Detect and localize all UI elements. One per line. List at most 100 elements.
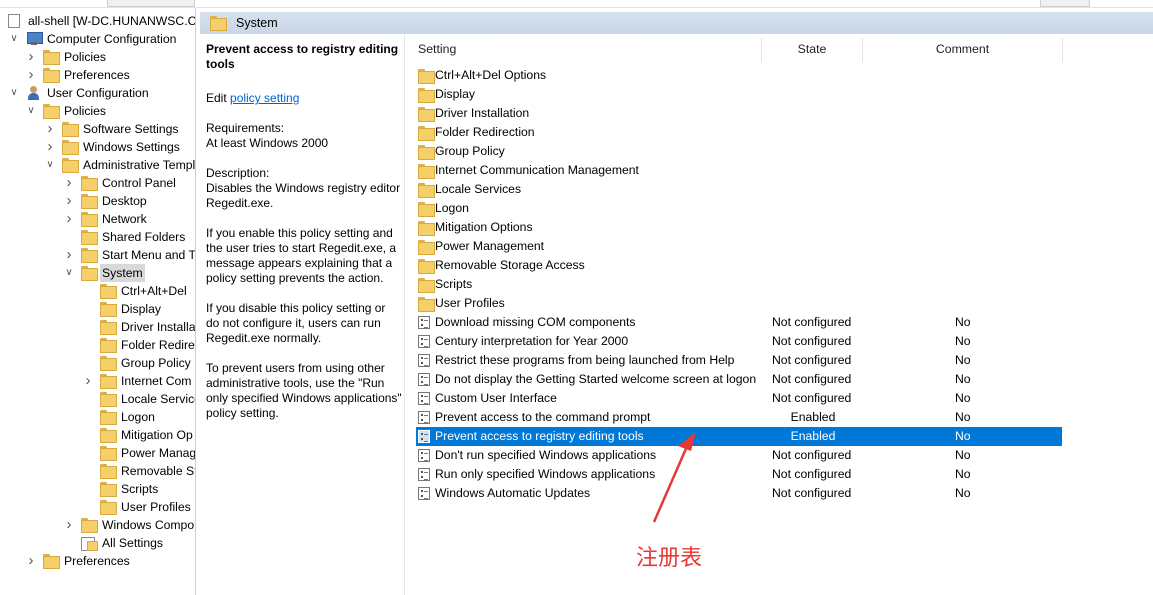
chevron-right-icon[interactable]: ›	[25, 48, 37, 66]
tree-node[interactable]: Removable St	[0, 462, 195, 480]
tree-node-label: All Settings	[102, 536, 163, 550]
policy-row[interactable]: Windows Automatic Updates Not configured N…	[416, 484, 1062, 503]
policy-state: Enabled	[790, 429, 836, 443]
policy-row[interactable]: Prevent access to the command prompt Enab…	[416, 408, 1062, 427]
tree-node[interactable]: Group Policy	[0, 354, 195, 372]
policy-row[interactable]: Custom User Interface Not configured No	[416, 389, 1062, 408]
edit-prefix: Edit	[206, 91, 231, 105]
tree-node[interactable]: All Settings	[0, 534, 195, 552]
tree-node[interactable]: › Network	[0, 210, 195, 228]
chevron-right-icon[interactable]: ›	[63, 516, 75, 534]
tree-node[interactable]: Power Manag	[0, 444, 195, 462]
policy-row[interactable]: Download missing COM components Not confi…	[416, 313, 1062, 332]
tree-node[interactable]: Display	[0, 300, 195, 318]
chevron-down-icon[interactable]: ∨	[8, 30, 20, 48]
folder-icon	[418, 107, 435, 122]
tree-node[interactable]: › Software Settings	[0, 120, 195, 138]
tree-node[interactable]: Folder Redire	[0, 336, 195, 354]
chevron-right-icon[interactable]: ›	[44, 138, 56, 156]
tree-node[interactable]: › Desktop	[0, 192, 195, 210]
column-header-comment[interactable]: Comment	[863, 38, 1063, 62]
policy-setting-icon	[418, 449, 430, 462]
console-tree[interactable]: all-shell [W-DC.HUNANWSC.CN ∨ Computer Con…	[0, 8, 196, 595]
chevron-right-icon[interactable]: ›	[63, 210, 75, 228]
tree-node-label: Internet Com	[121, 374, 192, 388]
chevron-down-icon[interactable]: ∨	[8, 84, 20, 102]
chevron-down-icon[interactable]: ∨	[25, 102, 37, 120]
chevron-right-icon[interactable]: ›	[25, 552, 37, 570]
policy-comment: No	[955, 429, 971, 443]
policy-setting-icon	[418, 430, 430, 443]
chevron-right-icon[interactable]: ›	[25, 66, 37, 84]
tree-node[interactable]: › Preferences	[0, 552, 195, 570]
tree-node[interactable]: ∨ Policies	[0, 102, 195, 120]
chevron-right-icon[interactable]: ›	[63, 174, 75, 192]
chevron-right-icon[interactable]: ›	[82, 372, 94, 390]
policy-row[interactable]: Don't run specified Windows applications…	[416, 446, 1062, 465]
column-state-label: State	[797, 42, 827, 56]
tree-node-label: Windows Compo	[102, 518, 195, 532]
policy-row[interactable]: Do not display the Getting Started welco…	[416, 370, 1062, 389]
policy-row[interactable]: Run only specified Windows applications N…	[416, 465, 1062, 484]
tree-node[interactable]: Mitigation Op	[0, 426, 195, 444]
policy-name: Download missing COM components	[435, 315, 636, 329]
tree-node[interactable]: all-shell [W-DC.HUNANWSC.CN	[0, 12, 195, 30]
policy-row[interactable]: Century interpretation for Year 2000 Not …	[416, 332, 1062, 351]
tree-node-label: Network	[102, 212, 147, 226]
tree-node[interactable]: › Preferences	[0, 66, 195, 84]
tree-node[interactable]: ∨ Administrative Templ	[0, 156, 195, 174]
policy-row[interactable]: Restrict these programs from being launc…	[416, 351, 1062, 370]
tree-node[interactable]: ∨ User Configuration	[0, 84, 195, 102]
policy-setting-link[interactable]: policy setting	[230, 91, 299, 105]
folder-icon	[43, 554, 60, 569]
policy-setting-icon	[418, 316, 430, 329]
tree-node[interactable]: Logon	[0, 408, 195, 426]
column-header-setting[interactable]: Setting	[418, 38, 762, 62]
tree-node[interactable]: User Profiles	[0, 498, 195, 516]
computer-icon	[26, 32, 43, 46]
tree-node[interactable]: › Control Panel	[0, 174, 195, 192]
policy-state: Not configured	[772, 372, 852, 386]
tree-node[interactable]: › Windows Compo	[0, 516, 195, 534]
policy-comment: No	[955, 448, 971, 462]
chevron-right-icon[interactable]: ›	[63, 246, 75, 264]
tree-node[interactable]: ∨ Computer Configuration	[0, 30, 195, 48]
tab-fragment[interactable]	[1040, 0, 1090, 7]
tree-node[interactable]: › Policies	[0, 48, 195, 66]
chevron-down-icon[interactable]: ∨	[44, 156, 56, 174]
folder-name: Internet Communication Management	[435, 163, 639, 177]
tree-node[interactable]: › Windows Settings	[0, 138, 195, 156]
policy-row[interactable]: Prevent access to registry editing tools…	[416, 427, 1062, 446]
column-header-state[interactable]: State	[762, 38, 863, 62]
folder-icon	[100, 392, 117, 407]
policy-comment: No	[955, 410, 971, 424]
tree-node-label: Mitigation Op	[121, 428, 193, 442]
tree-node[interactable]: Shared Folders	[0, 228, 195, 246]
chevron-right-icon[interactable]: ›	[44, 120, 56, 138]
tree-node[interactable]: › Start Menu and T	[0, 246, 195, 264]
folder-name: User Profiles	[435, 296, 505, 310]
folder-icon	[62, 140, 79, 155]
tree-node[interactable]: Locale Service	[0, 390, 195, 408]
policy-comment: No	[955, 315, 971, 329]
tree-node[interactable]: Scripts	[0, 480, 195, 498]
tree-node-label: Ctrl+Alt+Del	[121, 284, 187, 298]
folder-name: Ctrl+Alt+Del Options	[435, 68, 547, 82]
tab-fragment[interactable]	[107, 0, 195, 7]
policy-name: Run only specified Windows applications	[435, 467, 656, 481]
folder-name: Logon	[435, 201, 469, 215]
folder-icon	[418, 183, 435, 198]
tree-node-label: System	[100, 264, 145, 282]
folder-icon	[100, 284, 117, 299]
folder-icon	[210, 16, 227, 31]
tree-node[interactable]: Ctrl+Alt+Del	[0, 282, 195, 300]
pane-header: System	[200, 12, 1153, 34]
tree-node-label: Desktop	[102, 194, 147, 208]
chevron-down-icon[interactable]: ∨	[63, 264, 75, 282]
tree-node[interactable]: › Internet Com	[0, 372, 195, 390]
folder-icon	[418, 202, 435, 217]
policy-state: Enabled	[790, 410, 836, 424]
chevron-right-icon[interactable]: ›	[63, 192, 75, 210]
tree-node[interactable]: ∨ System	[0, 264, 195, 282]
tree-node[interactable]: Driver Installa	[0, 318, 195, 336]
